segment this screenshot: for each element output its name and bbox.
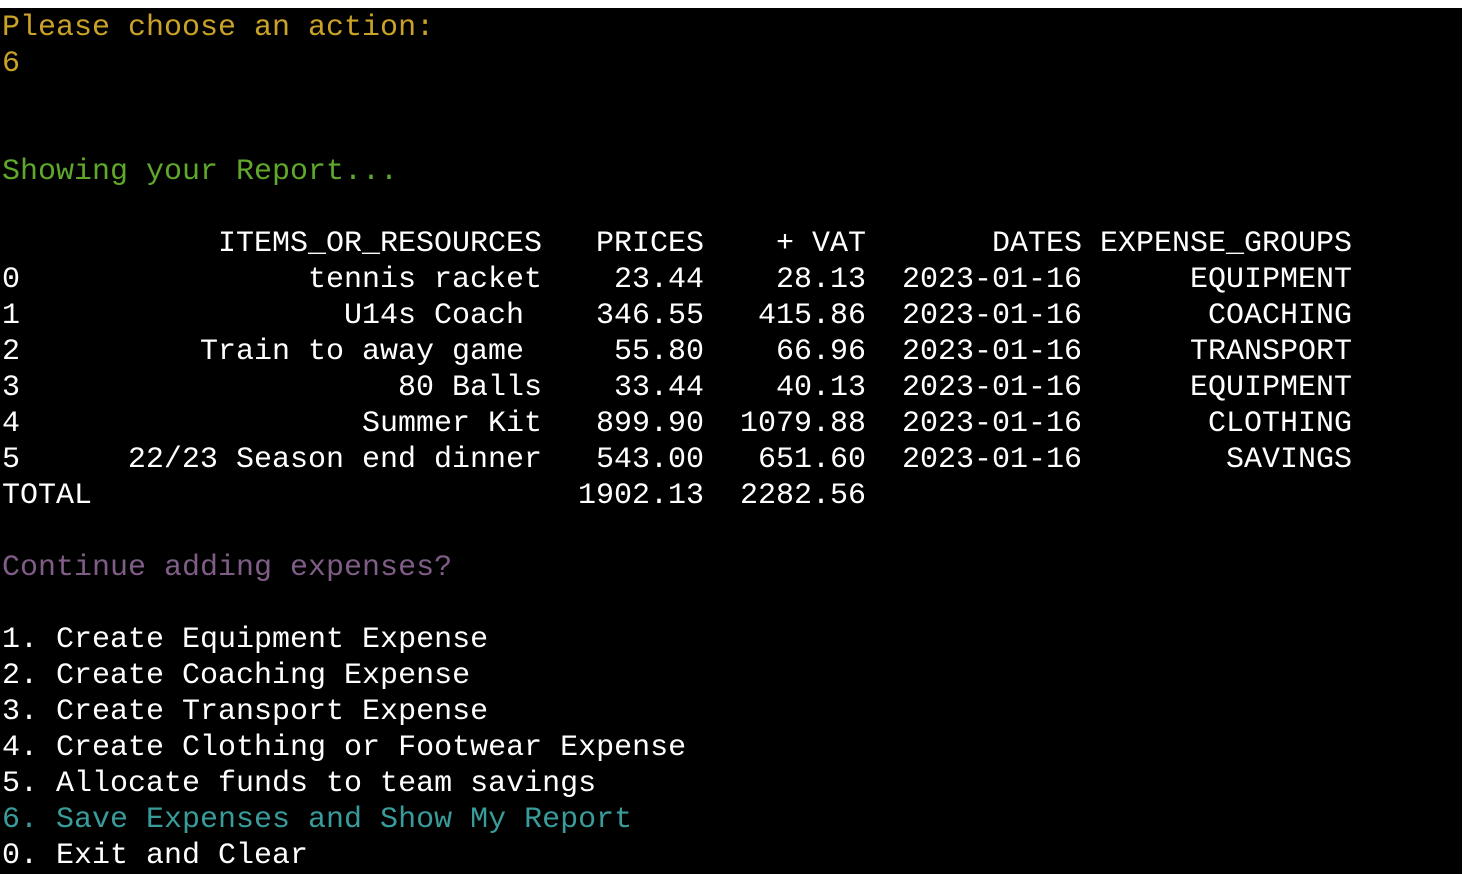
terminal-window[interactable]: Please choose an action: 6 Showing your … <box>0 8 1462 874</box>
total-label: TOTAL <box>2 479 93 513</box>
row-index: 3 <box>2 371 21 405</box>
header-dates: DATES <box>991 227 1082 261</box>
row-index: 1 <box>2 299 21 333</box>
row-group: EQUIPMENT <box>1189 263 1352 297</box>
row-date: 2023-01-16 <box>901 335 1082 369</box>
row-date: 2023-01-16 <box>901 407 1082 441</box>
row-item: Train to away game <box>199 335 542 369</box>
row-index: 2 <box>2 335 21 369</box>
row-index: 4 <box>2 407 21 441</box>
row-vat: 40.13 <box>775 371 866 405</box>
row-group: SAVINGS <box>1225 443 1352 477</box>
row-index: 5 <box>2 443 21 477</box>
row-item: tennis racket <box>307 263 542 297</box>
row-vat: 1079.88 <box>739 407 866 441</box>
row-date: 2023-01-16 <box>901 443 1082 477</box>
row-date: 2023-01-16 <box>901 371 1082 405</box>
continue-prompt: Continue adding expenses? <box>2 551 453 585</box>
row-item: U14s Coach <box>343 299 542 333</box>
status-message: Showing your Report... <box>2 155 399 189</box>
action-input-value: 6 <box>2 47 21 81</box>
row-date: 2023-01-16 <box>901 299 1082 333</box>
menu-item-exit-clear[interactable]: 0. Exit and Clear <box>2 838 308 874</box>
row-price: 346.55 <box>595 299 704 333</box>
row-price: 33.44 <box>613 371 704 405</box>
total-price: 1902.13 <box>577 479 704 513</box>
header-expense-groups: EXPENSE_GROUPS <box>1100 227 1353 261</box>
row-vat: 651.60 <box>757 443 866 477</box>
menu-item-create-clothing[interactable]: 4. Create Clothing or Footwear Expense <box>2 730 686 766</box>
row-price: 55.80 <box>613 335 704 369</box>
row-item: 22/23 Season end dinner <box>127 443 542 477</box>
row-price: 23.44 <box>613 263 704 297</box>
row-item: 80 Balls <box>397 371 542 405</box>
header-vat: + VAT <box>775 227 866 261</box>
row-vat: 66.96 <box>775 335 866 369</box>
row-index: 0 <box>2 263 21 297</box>
row-group: EQUIPMENT <box>1189 371 1352 405</box>
row-date: 2023-01-16 <box>901 263 1082 297</box>
menu-item-create-transport[interactable]: 3. Create Transport Expense <box>2 694 488 730</box>
row-group: TRANSPORT <box>1189 335 1352 369</box>
menu-item-allocate-savings[interactable]: 5. Allocate funds to team savings <box>2 766 596 802</box>
header-prices: PRICES <box>595 227 704 261</box>
total-vat: 2282.56 <box>739 479 866 513</box>
menu-item-create-coaching[interactable]: 2. Create Coaching Expense <box>2 658 470 694</box>
action-prompt: Please choose an action: <box>2 11 435 45</box>
row-vat: 415.86 <box>757 299 866 333</box>
row-price: 899.90 <box>595 407 704 441</box>
row-price: 543.00 <box>595 443 704 477</box>
row-item: Summer Kit <box>361 407 542 441</box>
row-vat: 28.13 <box>775 263 866 297</box>
row-group: COACHING <box>1207 299 1352 333</box>
menu-item-create-equipment[interactable]: 1. Create Equipment Expense <box>2 622 488 658</box>
menu-item-save-show-report[interactable]: 6. Save Expenses and Show My Report <box>2 802 632 838</box>
row-group: CLOTHING <box>1207 407 1352 441</box>
header-items: ITEMS_OR_RESOURCES <box>217 227 542 261</box>
